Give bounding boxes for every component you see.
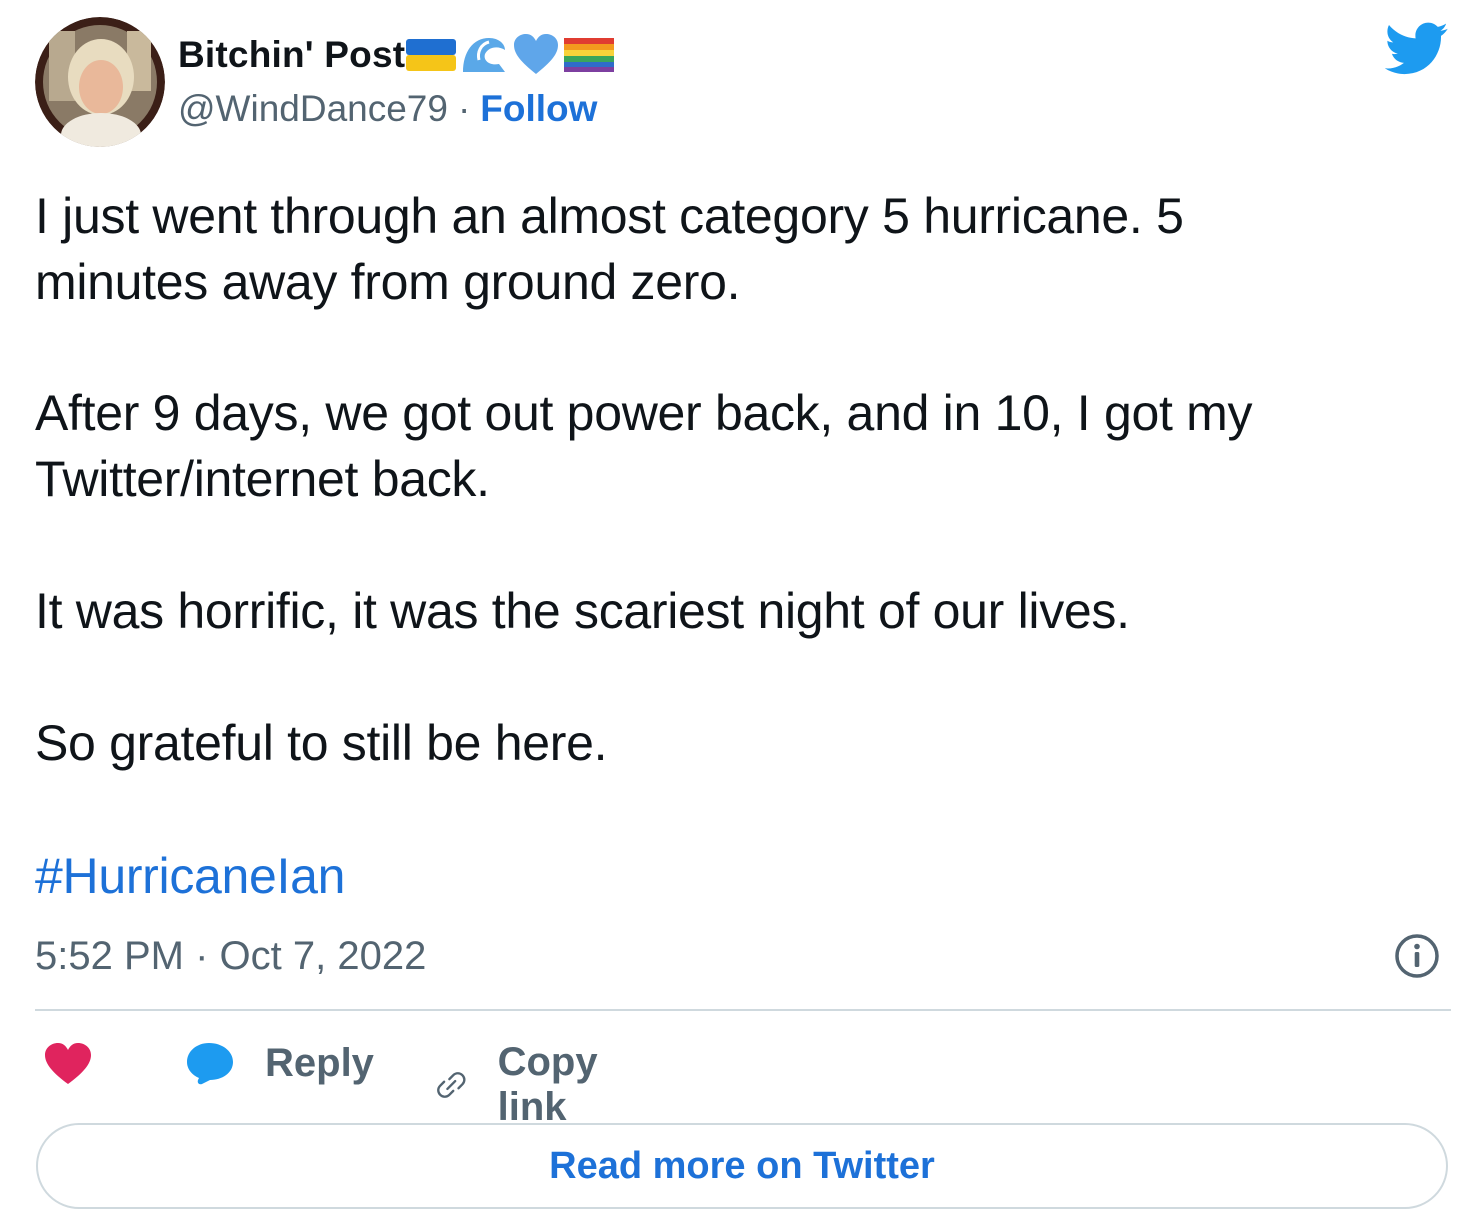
tweet-paragraph-1: I just went through an almost category 5…: [35, 183, 1184, 315]
name-emojis: [405, 32, 615, 78]
read-more-button[interactable]: Read more on Twitter: [36, 1123, 1448, 1209]
tweet-line: After 9 days, we got out power back, and…: [35, 385, 1253, 441]
handle-separator: ·: [457, 88, 471, 129]
rainbow-flag-icon: [564, 38, 615, 72]
tweet-paragraph-2: After 9 days, we got out power back, and…: [35, 380, 1253, 512]
tweet-date: Oct 7, 2022: [219, 934, 427, 978]
tweet-timestamp[interactable]: 5:52 PM · Oct 7, 2022: [35, 930, 426, 982]
divider: [35, 1009, 1451, 1011]
copy-link-button[interactable]: Copy link: [435, 1040, 615, 1130]
tweet-time: 5:52 PM: [35, 934, 184, 978]
tweet-line: I just went through an almost category 5…: [35, 188, 1184, 244]
like-button[interactable]: [43, 1042, 93, 1086]
wave-icon: [463, 38, 506, 72]
reply-bubble-icon: [187, 1043, 233, 1085]
author-handle-row: @WindDance79 · Follow: [178, 86, 597, 132]
reply-button[interactable]: Reply: [185, 1040, 374, 1086]
tweet-paragraph-3: It was horrific, it was the scariest nig…: [35, 583, 1130, 639]
info-icon[interactable]: [1393, 932, 1441, 980]
tweet-paragraph-4: So grateful to still be here.: [35, 715, 608, 771]
twitter-bird-icon[interactable]: [1385, 22, 1449, 76]
timestamp-separator: ·: [195, 934, 209, 978]
heart-icon: [45, 1043, 91, 1084]
display-name[interactable]: Bitchin' Post: [178, 34, 405, 76]
follow-button[interactable]: Follow: [480, 88, 597, 130]
author-name-row: Bitchin' Post: [178, 33, 615, 77]
avatar[interactable]: [35, 17, 165, 147]
author-handle[interactable]: @WindDance79: [178, 88, 448, 130]
blue-heart-icon: [514, 34, 559, 74]
reply-label: Reply: [265, 1040, 374, 1085]
link-icon: [437, 1072, 466, 1098]
copy-link-label: Copy link: [497, 1040, 598, 1129]
tweet-line: minutes away from ground zero.: [35, 254, 741, 310]
ukraine-flag-icon: [406, 39, 457, 71]
hashtag-link[interactable]: #HurricaneIan: [35, 843, 345, 909]
avatar-photo: [35, 17, 165, 147]
read-more-label: Read more on Twitter: [549, 1144, 935, 1187]
tweet-line: Twitter/internet back.: [35, 451, 490, 507]
